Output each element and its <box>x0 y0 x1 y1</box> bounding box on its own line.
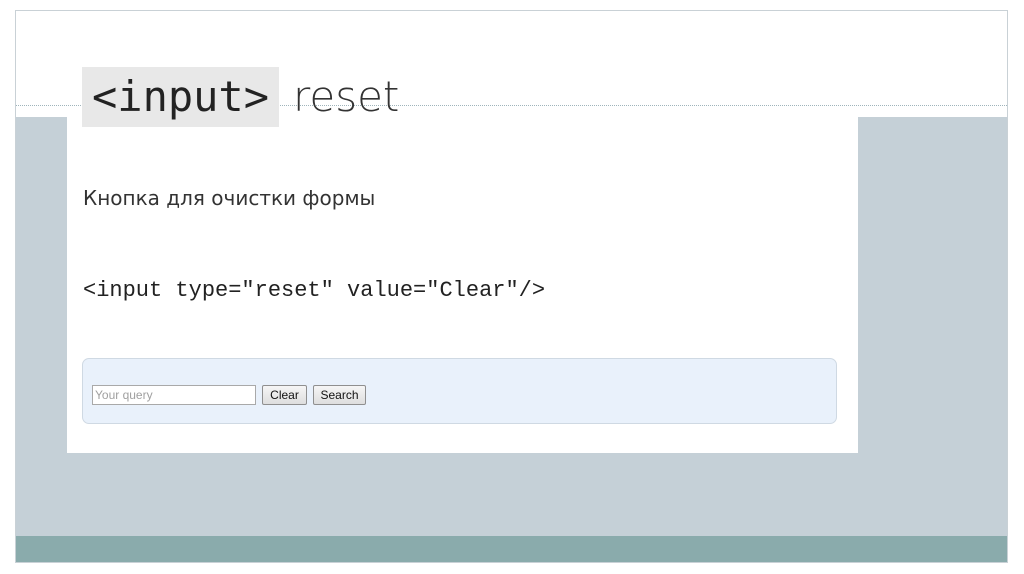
search-button[interactable]: Search <box>313 385 366 405</box>
title-word: reset <box>293 72 400 121</box>
slide-subtitle: Кнопка для очистки формы <box>83 186 376 210</box>
demo-form: Clear Search <box>82 358 837 424</box>
query-input[interactable] <box>92 385 256 405</box>
code-example: <input type="reset" value="Clear"/> <box>83 278 546 303</box>
clear-button[interactable]: Clear <box>262 385 307 405</box>
footer-band <box>16 536 1007 562</box>
slide-title: <input> reset <box>82 67 399 127</box>
title-tag: <input> <box>82 67 280 127</box>
